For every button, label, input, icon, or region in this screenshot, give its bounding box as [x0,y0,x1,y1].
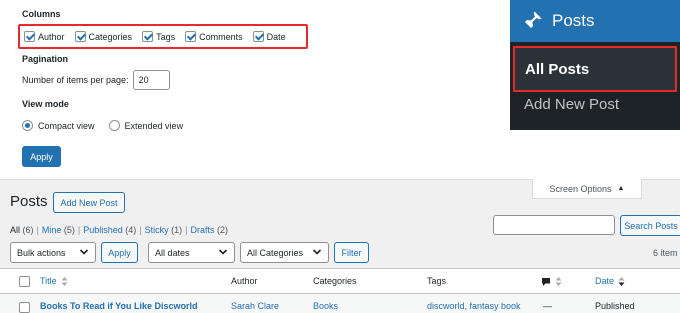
tags-column-header: Tags [427,276,447,286]
post-title-link[interactable]: Books To Read if You Like Discworld [40,301,198,311]
per-page-row: Number of items per page: 20 [22,70,170,90]
categories-column-header: Categories [313,276,357,286]
view-mode-heading: View mode [22,99,69,109]
date-checkbox[interactable] [252,31,264,42]
filter-drafts-label: Drafts [190,225,215,235]
chevron-down-icon [218,249,228,255]
filter-drafts-count: (2) [217,225,229,235]
filter-sticky-label: Sticky [144,225,169,235]
chevron-down-icon [312,249,322,255]
items-count: 6 item [653,248,678,258]
compact-view-radio[interactable] [22,120,33,131]
page-title: Posts [10,193,48,210]
categories-checkbox[interactable] [74,31,86,42]
column-toggle-tags[interactable]: Tags [142,31,175,42]
compact-view-option[interactable]: Compact view [22,120,95,131]
sort-desc-icon [618,277,625,287]
add-new-post-button[interactable]: Add New Post [53,192,125,213]
dates-select-value: All dates [155,247,190,258]
author-checkbox-label: Author [38,31,65,42]
post-tags-links[interactable]: discworld, fantasy book [427,301,521,311]
sort-icon [61,277,68,287]
filter-sticky-count: (1) [171,225,183,235]
select-all-checkbox[interactable] [19,276,30,287]
categories-checkbox-label: Categories [88,31,133,42]
post-status: Published [595,301,635,311]
post-category-link[interactable]: Books [313,301,338,311]
filter-all-label: All [10,225,21,235]
bulk-actions-value: Bulk actions [17,247,66,258]
post-comments-count: — [543,301,552,311]
column-toggle-comments[interactable]: Comments [185,31,243,42]
author-checkbox[interactable] [24,31,35,42]
view-mode-options: Compact view Extended view [22,120,197,131]
menu-item-all-posts-label: All Posts [525,60,590,78]
filter-mine-count: (5) [63,225,75,235]
filter-separator: | [139,225,142,235]
posts-table-header: Title Author Categories Tags Date [0,268,680,294]
filter-all[interactable]: All (6) [10,225,34,235]
tags-checkbox[interactable] [142,31,154,42]
tags-checkbox-label: Tags [156,31,176,42]
menu-posts-title: Posts [552,11,595,30]
extended-view-option[interactable]: Extended view [108,120,184,131]
title-column-header[interactable]: Title [40,276,68,287]
column-toggle-date[interactable]: Date [252,31,286,42]
comments-column-header[interactable] [541,276,562,287]
filter-mine[interactable]: Mine (5) [42,225,75,235]
pagination-heading: Pagination [22,54,69,64]
menu-posts-header[interactable]: Posts [510,0,680,42]
row-checkbox[interactable] [19,302,30,313]
filter-mine-label: Mine [41,225,62,235]
screen-options-tab-label: Screen Options [549,183,612,194]
column-toggle-categories[interactable]: Categories [74,31,133,42]
extended-view-radio[interactable] [108,120,120,131]
per-page-label: Number of items per page: [22,75,129,85]
per-page-input[interactable]: 20 [132,70,170,90]
filter-separator: | [36,225,39,235]
chevron-down-icon [79,249,89,255]
filter-button[interactable]: Filter [334,242,369,263]
screen-options-tab[interactable]: Screen Options ▲ [532,179,642,199]
categories-select-value: All Categories [247,247,304,258]
screen-options-apply-button[interactable]: Apply [22,146,61,167]
filter-published-count: (4) [125,225,137,235]
date-column-label: Date [595,276,615,286]
columns-heading: Columns [22,9,61,19]
caret-up-icon: ▲ [617,185,625,192]
author-column-header: Author [231,276,258,286]
menu-item-all-posts[interactable]: All Posts [513,46,677,92]
filter-sticky[interactable]: Sticky (1) [145,225,183,235]
filter-published[interactable]: Published (4) [83,225,136,235]
pushpin-icon [523,11,542,30]
column-toggle-author[interactable]: Author [24,31,65,42]
bulk-actions-select[interactable]: Bulk actions [10,242,96,263]
table-row: Books To Read if You Like Discworld Sara… [0,294,680,313]
admin-menu-posts: Posts All Posts Add New Post [510,0,680,130]
post-status-filters: All (6) | Mine (5) | Published (4) | Sti… [10,225,228,235]
date-checkbox-label: Date [266,31,286,42]
sort-icon [555,277,562,287]
menu-item-add-new-post[interactable]: Add New Post [524,96,619,113]
columns-checkbox-group: Author Categories Tags Comments Date [18,24,308,49]
comments-checkbox-label: Comments [199,31,243,42]
categories-select[interactable]: All Categories [240,242,329,263]
search-posts-button[interactable]: Search Posts [620,215,680,236]
filter-all-count: (6) [22,225,34,235]
post-author-link[interactable]: Sarah Clare [231,301,279,311]
title-column-label: Title [40,276,57,286]
filter-separator: | [77,225,81,235]
filter-published-label: Published [83,225,123,235]
compact-view-label: Compact view [38,120,95,131]
date-column-header[interactable]: Date [595,276,625,287]
bulk-apply-button[interactable]: Apply [101,242,138,263]
dates-select[interactable]: All dates [148,242,235,263]
extended-view-label: Extended view [124,120,184,131]
filter-separator: | [185,225,188,235]
search-input[interactable] [493,215,615,235]
comment-bubble-icon [542,277,550,286]
filter-drafts[interactable]: Drafts (2) [191,225,229,235]
comments-checkbox[interactable] [185,31,197,42]
